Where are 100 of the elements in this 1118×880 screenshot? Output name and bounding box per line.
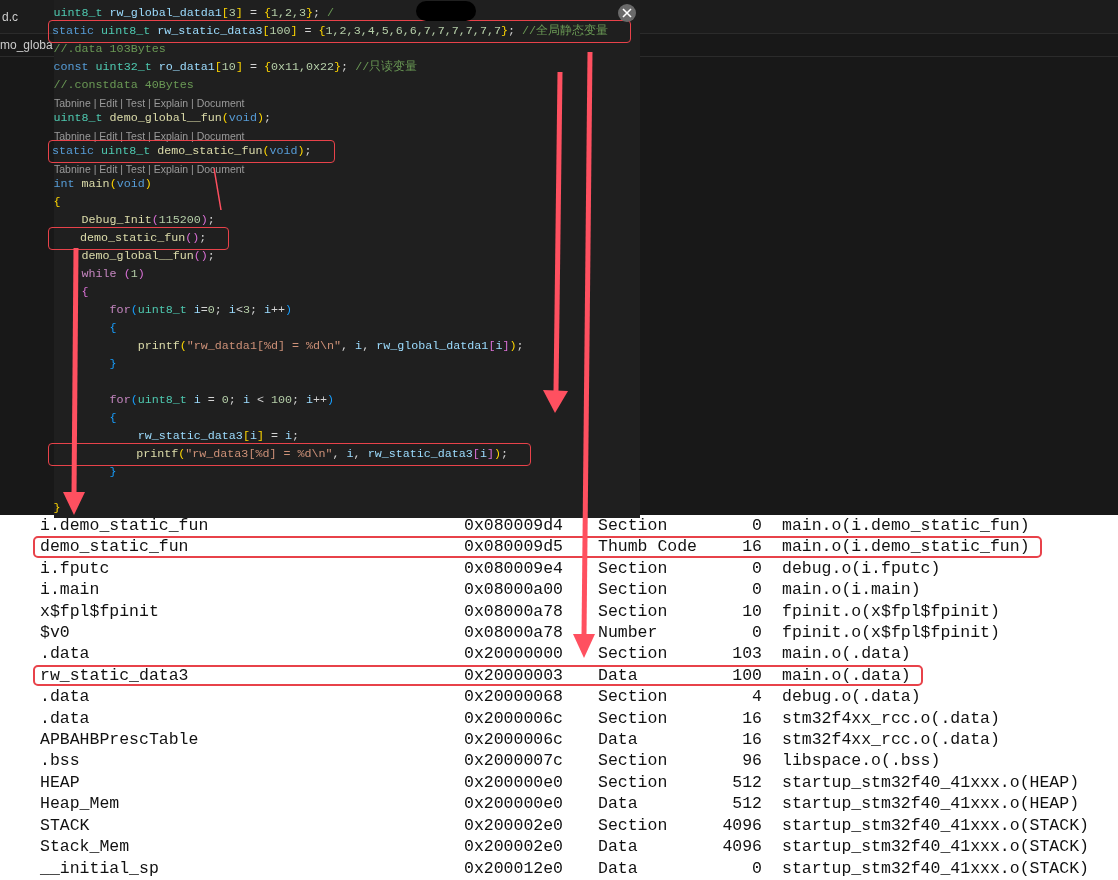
object-cell-text: startup_stm32f40_41xxx.o(STACK) [781,838,1089,856]
size-cell-text: 4096 [721,816,762,835]
code-line: uint8_t demo_global__fun(void); [52,110,272,127]
symbol-name: STACK [40,816,91,835]
type-cell-text: Section [598,709,669,728]
type-cell-text: Section [598,581,669,599]
code-line: } [108,464,118,481]
address-cell-text: 0x20000000 [464,645,565,663]
object-cell-text: debug.o(i.fputc) [781,559,941,578]
code-line: { [108,410,118,427]
type-cell-text: Data [598,666,639,685]
size-cell-text: 100 [731,666,762,685]
object-cell-text: main.o(i.main) [781,581,921,599]
type-cell-text: Data [598,838,639,856]
type-cell-text: Section [598,816,669,835]
code-line: { [80,284,90,301]
object-cell-text: main.o(.data) [781,645,911,663]
symbol-name: i.fputc [40,559,111,578]
type-cell-text: Data [598,795,639,813]
code-line: Debug_Init(115200); [80,212,216,229]
object-cell-text: fpinit.o(x$fpl$fpinit) [781,624,1000,642]
object-cell-text: stm32f4xx_rcc.o(.data) [781,731,1000,749]
symbol-name: APBAHBPrescTable [40,731,200,749]
code-line: for(uint8_t i = 0; i < 100; i++) [108,392,336,409]
symbol-name: .data [40,709,91,728]
symbol-name: Heap_Mem [40,795,121,813]
size-cell-text: 4096 [721,838,762,856]
size-cell-text: 0 [751,581,762,599]
code-line: { [52,194,62,211]
code-line: demo_global__fun(); [80,248,216,265]
address-cell-text: 0x08000a00 [464,581,565,599]
type-cell-text: Section [598,645,669,663]
size-cell-text: 103 [731,645,762,663]
symbol-name: i.demo_static_fun [40,517,210,535]
type-cell-text: Number [598,624,659,642]
type-cell-text: Section [598,773,669,792]
code-line: rw_static_data3[i] = i; [136,428,300,445]
code-line: { [108,320,118,337]
code-lens[interactable]: Tabnine | Edit | Test | Explain | Document [54,162,245,175]
object-cell-text: debug.o(.data) [781,688,921,706]
size-cell-text: 0 [751,517,762,535]
object-cell-text: stm32f4xx_rcc.o(.data) [781,709,1000,728]
size-cell-text: 0 [751,624,762,642]
object-cell-text: main.o(.data) [781,666,911,685]
address-cell-text: 0x200000e0 [464,795,565,813]
code-lens[interactable]: Tabnine | Edit | Test | Explain | Document [54,96,245,109]
close-icon [622,8,632,18]
symbol-name: Stack_Mem [40,838,131,856]
address-cell-text: 0x08000a78 [464,624,565,642]
code-line: } [108,356,118,373]
type-cell-text: Section [598,602,669,621]
type-cell-text: Data [598,731,639,749]
size-cell-text: 16 [741,538,762,556]
object-cell-text: startup_stm32f40_41xxx.o(HEAP) [781,773,1080,792]
symbol-name: x$fpl$fpinit [40,602,160,621]
address-cell-text: 0x20000003 [464,666,565,685]
symbol-name: i.main [40,581,101,599]
address-cell-text: 0x200002e0 [464,816,565,835]
address-cell-text: 0x2000007c [464,752,565,770]
code-line: while (1) [80,266,146,283]
symbol-name: .bss [40,752,81,770]
code-line: const uint32_t ro_data1[10] = {0x11,0x22}; //只读变量 [52,59,419,76]
address-cell-text: 0x080009d4 [464,517,565,535]
address-cell-text: 0x200012e0 [464,859,565,877]
code-line: } [52,500,62,517]
type-cell-text: Section [598,752,669,770]
redaction-mark [416,1,476,21]
type-cell-text: Data [598,859,639,877]
close-button[interactable] [618,4,636,22]
address-cell-text: 0x2000006c [464,731,565,749]
type-cell-text: Section [598,559,669,578]
code-line: for(uint8_t i=0; i<3; i++) [108,302,293,319]
object-cell-text: main.o(i.demo_static_fun) [781,517,1030,535]
editor-tab[interactable]: d.c [0,9,18,24]
symbol-name: HEAP [40,773,81,792]
address-cell-text: 0x200002e0 [464,838,565,856]
size-cell-text: 512 [731,773,762,792]
code-line: uint8_t rw_global_datda1[3] = {1,2,3}; / [52,5,336,22]
type-cell-text: Thumb Code [598,538,699,556]
type-cell-text: Section [598,517,669,535]
size-cell-text: 0 [751,559,762,578]
address-cell-text: 0x08000a78 [464,602,565,621]
type-cell-text: Section [598,688,669,706]
address-cell-text: 0x20000068 [464,688,565,706]
symbol-name: .data [40,645,91,663]
size-cell-text: 512 [731,795,762,813]
code-line: int main(void) [52,176,153,193]
size-cell-text: 16 [741,709,762,728]
symbol-name: rw_static_data3 [40,666,190,685]
object-cell-text: main.o(i.demo_static_fun) [781,538,1030,556]
size-cell-text: 10 [741,602,762,621]
address-cell-text: 0x080009e4 [464,559,565,578]
symbol-name: demo_static_fun [40,538,190,556]
symbol-name: .data [40,688,91,706]
object-cell-text: fpinit.o(x$fpl$fpinit) [781,602,1000,621]
size-cell-text: 96 [741,752,762,770]
object-cell-text: startup_stm32f40_41xxx.o(HEAP) [781,795,1080,813]
symbol-name: __initial_sp [40,859,160,877]
object-cell-text: libspace.o(.bss) [781,752,941,770]
size-cell-text: 16 [741,731,762,749]
